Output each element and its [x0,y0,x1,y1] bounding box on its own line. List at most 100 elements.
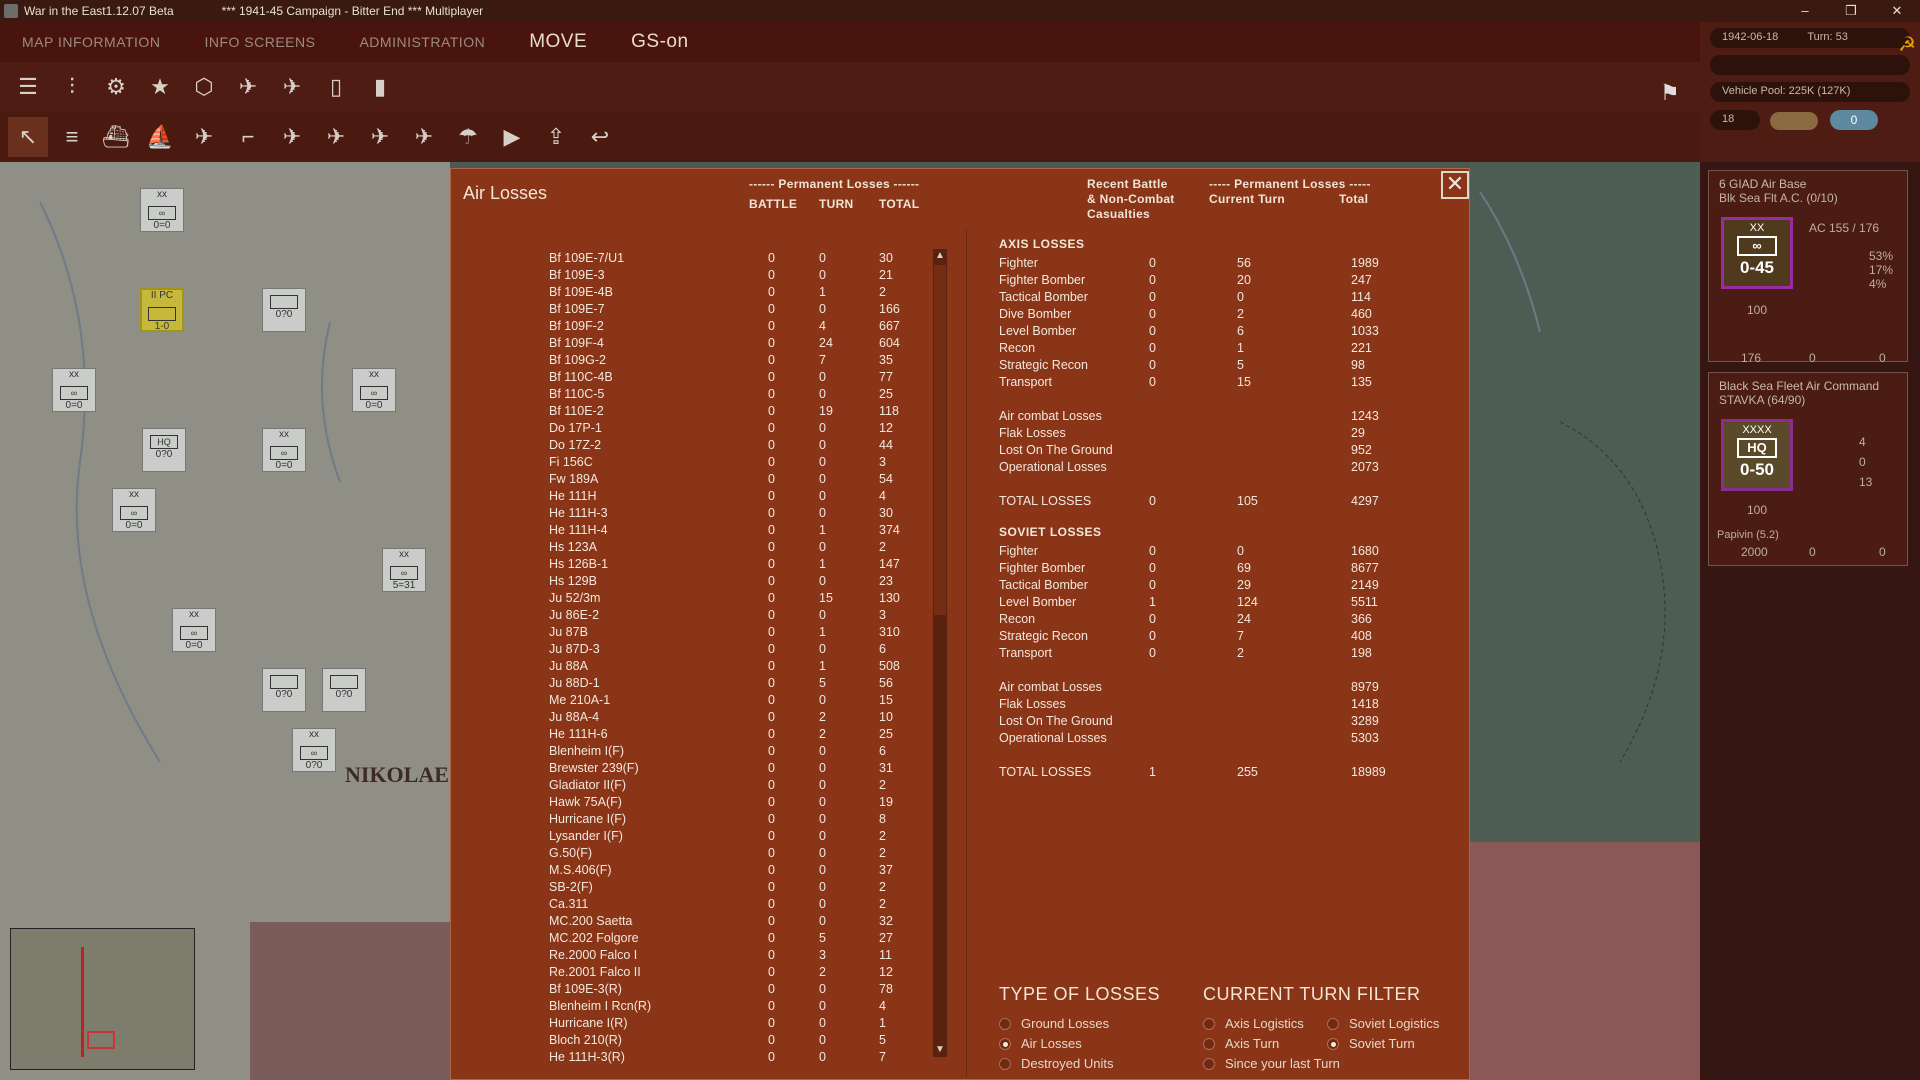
table-row[interactable]: Bf 110C-4B 0 0 77 [451,370,951,387]
table-row[interactable]: He 111H-3(R) 0 0 7 [451,1050,951,1067]
table-row[interactable]: Hurricane I(F) 0 0 8 [451,812,951,829]
table-row[interactable]: Hs 126B-1 0 1 147 [451,557,951,574]
table-row[interactable]: Bf 109E-3(R) 0 0 78 [451,982,951,999]
aircraft-loss-list[interactable]: Bf 109E-7/U1 0 0 30 Bf 109E-3 0 0 21 Bf 109E-4B 0… [451,251,951,1073]
rail-icon[interactable]: ≡ [52,117,92,157]
hex-grid-icon[interactable]: ⬡ [184,67,224,107]
menu-gs-on[interactable]: GS-on [609,31,710,53]
supply-icon[interactable]: ▮ [360,67,400,107]
list-scrollbar[interactable]: ▲ ▼ [933,249,947,1057]
blue-indicator[interactable]: 0 [1830,110,1878,130]
scroll-thumb[interactable] [934,265,946,615]
unit-counter[interactable]: 0?0 [262,668,306,712]
table-row[interactable]: Bf 109F-4 0 24 604 [451,336,951,353]
table-row[interactable]: Bf 110C-5 0 0 25 [451,387,951,404]
layers-icon[interactable]: ☰ [8,67,48,107]
table-row[interactable]: He 111H 0 0 4 [451,489,951,506]
fuel-icon[interactable]: ▯ [316,67,356,107]
star-icon[interactable]: ★ [140,67,180,107]
table-row[interactable]: He 111H-6 0 2 25 [451,727,951,744]
unit-counter[interactable]: xx ∞ 0=0 [172,608,216,652]
table-row[interactable]: Bf 109E-3 0 0 21 [451,268,951,285]
unit-counter[interactable]: xx ∞ 5=31 [382,548,426,592]
air-transfer-icon[interactable]: ✈ [272,117,312,157]
table-row[interactable]: Bf 109G-2 0 7 35 [451,353,951,370]
table-row[interactable]: Gladiator II(F) 0 0 2 [451,778,951,795]
scroll-up-icon[interactable]: ▲ [933,249,947,263]
table-row[interactable]: Fi 156C 0 0 3 [451,455,951,472]
air-attack-icon[interactable]: ✈ [404,117,444,157]
undo-icon[interactable]: ↩ [580,117,620,157]
table-row[interactable]: Blenheim I(F) 0 0 6 [451,744,951,761]
unit-counter[interactable]: xx ∞ 0=0 [262,428,306,472]
table-row[interactable]: Brewster 239(F) 0 0 31 [451,761,951,778]
unit-counter-selected[interactable]: II PC 1-0 [140,288,184,332]
sliders-icon[interactable]: ⫶ [52,67,92,107]
minimap[interactable] [10,928,195,1070]
table-row[interactable]: Me 210A-1 0 0 15 [451,693,951,710]
gear-icon[interactable]: ⚙ [96,67,136,107]
table-row[interactable]: Ju 88A-4 0 2 10 [451,710,951,727]
table-row[interactable]: Blenheim I Rcn(R) 0 0 4 [451,999,951,1016]
radio-soviet-logistics[interactable]: Soviet Logistics [1327,1016,1439,1031]
toggle-indicator[interactable] [1770,112,1818,130]
table-row[interactable]: Bf 109F-2 0 4 667 [451,319,951,336]
table-row[interactable]: Bf 110E-2 0 19 118 [451,404,951,421]
table-row[interactable]: Re.2000 Falco I 0 3 11 [451,948,951,965]
radio-destroyed-units[interactable]: Destroyed Units [999,1056,1113,1071]
table-row[interactable]: Hurricane I(R) 0 0 1 [451,1016,951,1033]
menu-info-screens[interactable]: INFO SCREENS [182,34,337,50]
table-row[interactable]: Ju 88D-1 0 5 56 [451,676,951,693]
radio-soviet-turn[interactable]: Soviet Turn [1327,1036,1415,1051]
paradrop-icon[interactable]: ☂ [448,117,488,157]
unit-counter[interactable]: xx ∞ 0=0 [140,188,184,232]
crossed-planes-icon[interactable]: ✈ [228,67,268,107]
table-row[interactable]: Hs 129B 0 0 23 [451,574,951,591]
table-row[interactable]: Ca.311 0 0 2 [451,897,951,914]
unit-counter[interactable]: xx ∞ 0=0 [112,488,156,532]
hq-counter[interactable]: HQ 0?0 [142,428,186,472]
table-row[interactable]: Hs 123A 0 0 2 [451,540,951,557]
radio-ground-losses[interactable]: Ground Losses [999,1016,1109,1031]
unit-counter[interactable]: 0?0 [322,668,366,712]
play-icon[interactable]: ▶ [492,117,532,157]
table-row[interactable]: Hawk 75A(F) 0 0 19 [451,795,951,812]
table-row[interactable]: Ju 52/3m 0 15 130 [451,591,951,608]
radio-axis-logistics[interactable]: Axis Logistics [1203,1016,1304,1031]
close-dialog-button[interactable]: ✕ [1441,171,1469,199]
table-row[interactable]: Ju 87B 0 1 310 [451,625,951,642]
table-row[interactable]: Do 17Z-2 0 0 44 [451,438,951,455]
table-row[interactable]: Do 17P-1 0 0 12 [451,421,951,438]
close-window-button[interactable]: ✕ [1874,0,1920,22]
radio-air-losses[interactable]: Air Losses [999,1036,1082,1051]
maximize-button[interactable]: ❐ [1828,0,1874,22]
unit-counter[interactable]: xx ∞ 0=0 [52,368,96,412]
table-row[interactable]: Re.2001 Falco II 0 2 12 [451,965,951,982]
ship-icon[interactable]: ⛴ [96,117,136,157]
radio-axis-turn[interactable]: Axis Turn [1203,1036,1279,1051]
minimap-viewport[interactable] [87,1031,115,1049]
unit-counter[interactable]: xx ∞ 0?0 [292,728,336,772]
air-supply-icon[interactable]: ✈ [316,117,356,157]
table-row[interactable]: MC.200 Saetta 0 0 32 [451,914,951,931]
scroll-down-icon[interactable]: ▼ [933,1043,947,1057]
upload-icon[interactable]: ⇪ [536,117,576,157]
naval-icon[interactable]: ⛵ [140,117,180,157]
table-row[interactable]: G.50(F) 0 0 2 [451,846,951,863]
menu-move[interactable]: MOVE [507,31,609,53]
table-row[interactable]: MC.202 Folgore 0 5 27 [451,931,951,948]
airbase-icon[interactable]: ⌐ [228,117,268,157]
table-row[interactable]: He 111H-3 0 0 30 [451,506,951,523]
menu-administration[interactable]: ADMINISTRATION [337,34,507,50]
unit-counter[interactable]: xx ∞ 0=0 [352,368,396,412]
table-row[interactable]: Ju 87D-3 0 0 6 [451,642,951,659]
radio-since-last-turn[interactable]: Since your last Turn [1203,1056,1340,1071]
table-row[interactable]: Bloch 210(R) 0 0 5 [451,1033,951,1050]
table-row[interactable]: Fw 189A 0 0 54 [451,472,951,489]
cursor-icon[interactable]: ↖ [8,117,48,157]
table-row[interactable]: Bf 109E-4B 0 1 2 [451,285,951,302]
table-row[interactable]: M.S.406(F) 0 0 37 [451,863,951,880]
table-row[interactable]: Bf 109E-7/U1 0 0 30 [451,251,951,268]
minimize-button[interactable]: – [1782,0,1828,22]
air-interdiction-icon[interactable]: ✈ [272,67,312,107]
